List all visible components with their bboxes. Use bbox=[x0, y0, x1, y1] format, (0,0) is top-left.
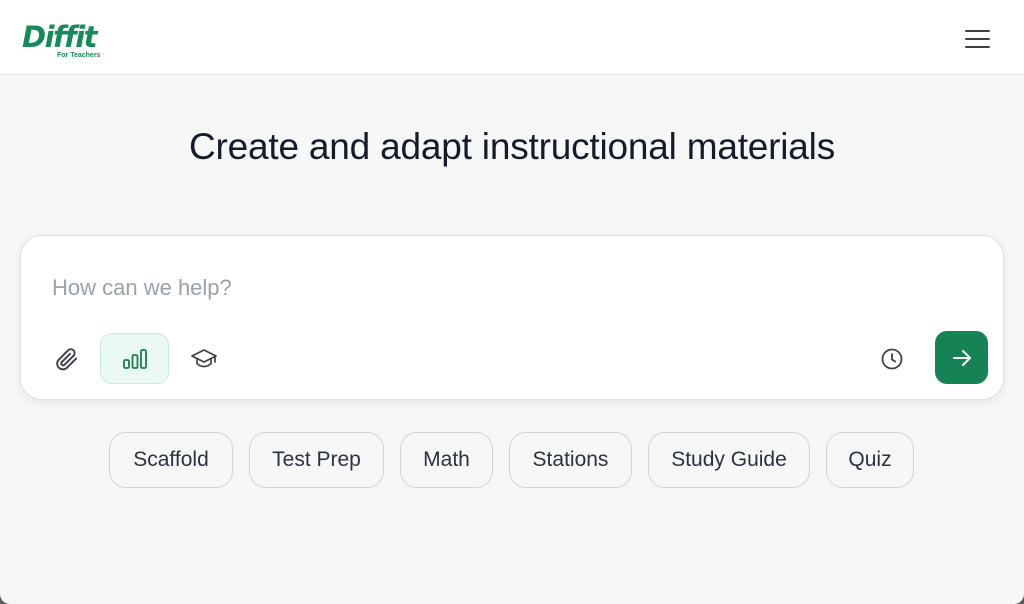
send-button[interactable] bbox=[935, 331, 988, 384]
prompt-input[interactable] bbox=[52, 266, 952, 310]
arrow-right-icon bbox=[952, 349, 971, 366]
chip-scaffold[interactable]: Scaffold bbox=[109, 432, 233, 488]
suggestion-chips: Scaffold Test Prep Math Stations Study G… bbox=[0, 432, 1024, 489]
app-window: Diffit For Teachers Create and adapt ins… bbox=[0, 0, 1024, 604]
diffit-logo[interactable]: Diffit For Teachers bbox=[22, 20, 112, 64]
chip-test-prep[interactable]: Test Prep bbox=[249, 432, 384, 488]
hamburger-menu-icon[interactable] bbox=[958, 24, 996, 54]
chip-study-guide[interactable]: Study Guide bbox=[648, 432, 810, 488]
chip-quiz[interactable]: Quiz bbox=[826, 432, 914, 488]
attach-file-button[interactable] bbox=[47, 336, 87, 382]
graduation-cap-icon bbox=[191, 349, 217, 368]
history-button[interactable] bbox=[872, 336, 912, 382]
reading-level-button[interactable] bbox=[100, 333, 169, 384]
menu-line bbox=[964, 38, 990, 40]
prompt-card bbox=[20, 235, 1004, 400]
clock-icon bbox=[881, 348, 903, 370]
logo-wordmark: Diffit bbox=[22, 20, 98, 54]
chip-stations[interactable]: Stations bbox=[509, 432, 632, 488]
logo-subtitle: For Teachers bbox=[57, 52, 101, 59]
chip-math[interactable]: Math bbox=[400, 432, 493, 488]
bar-chart-icon bbox=[122, 348, 147, 369]
page-title: Create and adapt instructional materials bbox=[188, 126, 836, 167]
menu-line bbox=[964, 46, 990, 48]
top-header: Diffit For Teachers bbox=[0, 0, 1024, 75]
grade-level-button[interactable] bbox=[184, 336, 224, 382]
menu-line bbox=[964, 30, 990, 32]
paperclip-icon bbox=[56, 348, 78, 371]
